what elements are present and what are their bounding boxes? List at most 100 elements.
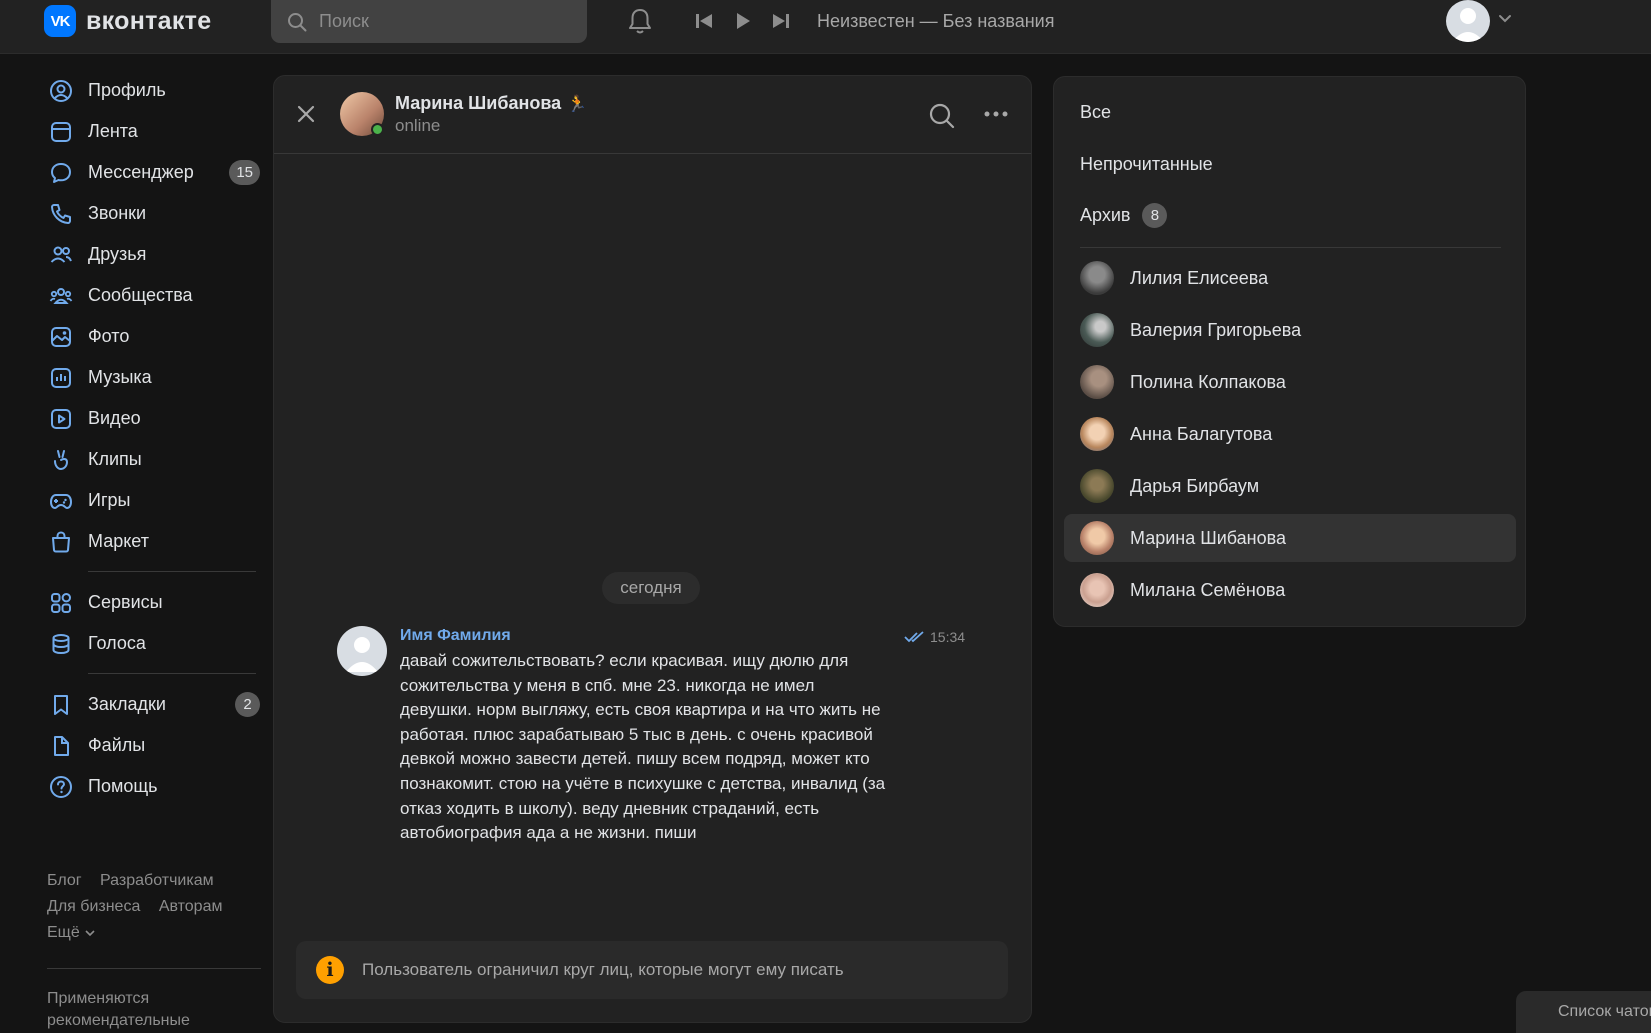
file-icon [48,733,74,759]
user-avatar[interactable] [1446,0,1490,42]
chat-list-label: Список чатов [1558,1003,1651,1020]
music-icon [48,365,74,391]
sidebar-item-photos[interactable]: Фото [46,316,261,357]
double-check-icon [904,631,924,643]
sidebar-item-clips[interactable]: Клипы [46,439,261,480]
sidebar-item-label: Видео [88,408,141,428]
chat-contact-name[interactable]: Марина Шибанова 🏃 [395,93,587,114]
user-circle-icon [48,78,74,104]
footer-more[interactable]: Ещё [47,920,257,946]
footer-link-blog[interactable]: Блог [47,872,82,889]
conversation-name: Анна Балагутова [1130,423,1273,444]
conversation-item[interactable]: Полина Колпакова [1064,358,1516,406]
sidebar-item-label: Игры [88,490,131,510]
sidebar-item-label: Сервисы [88,592,163,612]
gamepad-icon [48,488,74,514]
search-input[interactable] [319,11,559,32]
sidebar-item-messenger[interactable]: Мессенджер 15 [46,152,261,193]
footer-divider [47,968,261,969]
message-author-avatar[interactable] [337,626,387,676]
bookmark-icon [48,692,74,718]
vk-logo[interactable]: VK вконтакте [44,5,211,37]
friends-icon [48,242,74,268]
coins-icon [48,631,74,657]
player-track-title[interactable]: Неизвестен — Без названия [817,11,1054,32]
chevron-down-icon[interactable] [1498,14,1512,24]
previous-track-icon[interactable] [690,7,718,35]
play-icon[interactable] [729,7,757,35]
communities-icon [48,283,74,309]
chat-contact-name-text: Марина Шибанова [395,93,562,113]
restriction-notice: i Пользователь ограничил круг лиц, котор… [296,941,1008,999]
message-author-name[interactable]: Имя Фамилия [400,627,511,645]
sidebar-item-label: Мессенджер [88,162,194,182]
message-text: давай сожительствовать? если красивая. и… [400,651,886,843]
conversation-item[interactable]: Дарья Бирбаум [1064,462,1516,510]
conversation-item[interactable]: Анна Балагутова [1064,410,1516,458]
footer-link-developers[interactable]: Разработчикам [100,872,214,889]
message-icon [48,160,74,186]
conversation-item[interactable]: Лилия Елисеева [1064,254,1516,302]
footer-link-authors[interactable]: Авторам [159,898,223,915]
more-options-icon[interactable] [984,110,1008,118]
chevron-down-icon [85,930,95,937]
conversation-name: Дарья Бирбаум [1130,475,1260,496]
help-icon [48,774,74,800]
sidebar-item-friends[interactable]: Друзья [46,234,261,275]
sidebar-item-label: Друзья [88,244,147,264]
sidebar-item-label: Звонки [88,203,147,223]
sidebar-item-label: Файлы [88,735,146,755]
online-indicator [371,123,384,136]
sidebar-item-label: Фото [88,326,130,346]
user-placeholder-icon [1452,8,1484,42]
sidebar-item-votes[interactable]: Голоса [46,623,261,664]
filter-archive[interactable]: Архив 8 [1080,203,1168,228]
messenger-unread-badge: 15 [229,160,260,185]
conversation-name: Милана Семёнова [1130,579,1286,600]
conversation-name: Марина Шибанова [1130,527,1287,548]
sidebar-item-calls[interactable]: Звонки [46,193,261,234]
sidebar-item-label: Помощь [88,776,158,796]
search-icon[interactable] [928,102,956,130]
sidebar-item-help[interactable]: Помощь [46,766,261,807]
notifications-bell-icon[interactable] [626,7,654,35]
next-track-icon[interactable] [767,7,795,35]
user-placeholder-icon [346,637,378,672]
sidebar-item-services[interactable]: Сервисы [46,582,261,623]
conversation-avatar [1080,417,1114,451]
filter-all[interactable]: Все [1080,102,1111,123]
conversation-avatar [1080,365,1114,399]
sidebar-item-profile[interactable]: Профиль [46,70,261,111]
filter-all-label: Все [1080,102,1112,122]
sidebar-item-label: Закладки [88,694,166,714]
sidebar-item-games[interactable]: Игры [46,480,261,521]
sidebar-item-label: Маркет [88,531,149,551]
filter-unread[interactable]: Непрочитанные [1080,154,1213,175]
conversation-avatar [1080,313,1114,347]
market-bag-icon [48,529,74,555]
sidebar-item-files[interactable]: Файлы [46,725,261,766]
recommendations-note[interactable]: Применяются рекомендательные [47,988,247,1032]
search-box[interactable] [271,0,587,43]
vk-logo-text: вконтакте [86,6,212,35]
sidebar-item-video[interactable]: Видео [46,398,261,439]
sidebar-item-label: Профиль [88,80,166,100]
close-icon[interactable] [294,102,318,126]
vk-logo-mark: VK [44,5,76,37]
sidebar-item-feed[interactable]: Лента [46,111,261,152]
photo-icon [48,324,74,350]
conversation-item[interactable]: Валерия Григорьева [1064,306,1516,354]
left-sidebar: Профиль Лента Мессенджер 15 Звонки Друзь… [46,70,261,807]
sidebar-item-communities[interactable]: Сообщества [46,275,261,316]
footer-links: Блог Разработчикам Для бизнеса Авторам Е… [47,868,257,946]
footer-link-business[interactable]: Для бизнеса [47,898,140,915]
message-time: 15:34 [930,629,966,645]
chat-list-button[interactable]: Список чатов [1516,991,1651,1033]
sidebar-item-music[interactable]: Музыка [46,357,261,398]
conversation-item[interactable]: Милана Семёнова [1064,566,1516,614]
sidebar-item-market[interactable]: Маркет [46,521,261,562]
sidebar-item-bookmarks[interactable]: Закладки 2 [46,684,261,725]
conversation-item-active[interactable]: Марина Шибанова [1064,514,1516,562]
search-icon [288,12,307,31]
bookmarks-badge: 2 [235,692,260,717]
